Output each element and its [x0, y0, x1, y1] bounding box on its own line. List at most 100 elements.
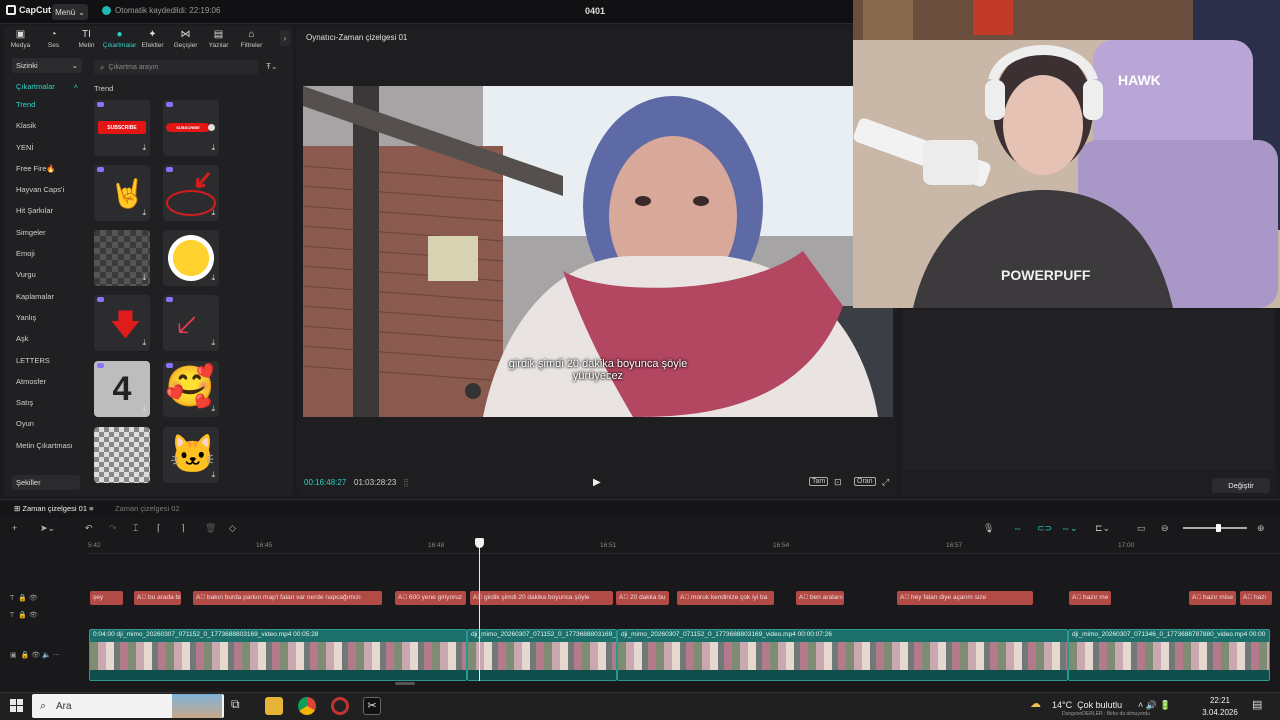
lock-icon[interactable]: 🔒 — [18, 595, 27, 602]
download-icon[interactable]: ⤓ — [211, 338, 215, 348]
playhead-line[interactable] — [479, 541, 480, 681]
play-icon[interactable]: ▶ — [593, 477, 601, 488]
download-icon[interactable]: ⤓ — [142, 404, 146, 414]
category-item[interactable]: Hit Şarkılar — [8, 200, 86, 221]
category-item[interactable]: YENİ — [8, 137, 86, 158]
category-item[interactable]: Free Fire🔥 — [8, 158, 86, 179]
text-clip[interactable]: A⃞ bakın burda parkın map'i falan var ne… — [193, 591, 382, 605]
screenshot-icon[interactable]: ⊡ — [834, 477, 842, 488]
category-item[interactable]: Emoji — [8, 243, 86, 264]
tab-audio[interactable]: ◔ Ses — [37, 26, 70, 52]
video-clip[interactable]: dji_mimo_20260307_071152_0_1773688803169… — [467, 629, 617, 681]
subtitle-toggle-icon[interactable]: ▭ — [1137, 523, 1146, 534]
sticker-red-arrow-down[interactable]: 🡇 ⤓ — [94, 295, 150, 351]
change-button[interactable]: Değiştir — [1212, 478, 1270, 493]
text-clip[interactable]: A⃞ girdik şimdi 20 dakika boyunca şöyle — [470, 591, 613, 605]
taskbar-clock[interactable]: 22:21 3.04.2026 — [1200, 695, 1240, 719]
video-clip[interactable]: dji_mimo_20260307_071346_0_1773688787880… — [1068, 629, 1270, 681]
microphone-icon[interactable]: 🎙 — [983, 523, 994, 534]
obs-icon[interactable] — [331, 697, 349, 715]
text-clip[interactable]: A⃞ 600 yene giriyoruz — [395, 591, 466, 605]
delete-icon[interactable]: 🗑 — [205, 523, 216, 534]
text-clip[interactable]: A⃞ hazır me — [1069, 591, 1111, 605]
sticker-search-input[interactable]: ⌕ Çıkartma arayın — [94, 60, 258, 75]
text-clip[interactable]: A⃞ 20 dakka bu — [616, 591, 669, 605]
sticker-subscribe-pill[interactable]: SUBSCRIBE ⤓ — [163, 100, 219, 156]
tab-timeline-01[interactable]: ⊞ Zaman çizelgesi 01 ≡ — [14, 504, 93, 513]
menu-button[interactable]: Menü ⌄ — [52, 4, 88, 20]
split-right-icon[interactable]: ⌉ — [181, 523, 185, 534]
category-item[interactable]: Simgeler — [8, 222, 86, 243]
download-icon[interactable]: ⤓ — [142, 143, 146, 153]
file-explorer-icon[interactable] — [265, 697, 283, 715]
download-icon[interactable]: ⤓ — [211, 470, 215, 480]
notification-icon[interactable]: ▤ — [1252, 698, 1262, 711]
cover-icon[interactable]: ▣ — [10, 652, 17, 659]
download-icon[interactable]: ⤓ — [142, 470, 146, 480]
category-item[interactable]: Hayvan Caps'i — [8, 179, 86, 200]
select-cursor-icon[interactable]: ➤⌄ — [40, 523, 55, 534]
download-icon[interactable]: ⤓ — [211, 404, 215, 414]
category-item[interactable]: Atmosfer — [8, 371, 86, 392]
filter-sort-icon[interactable]: Ŧ⌄ — [266, 62, 278, 71]
sticker-rock-hand[interactable]: 🤘 ⤓ — [94, 165, 150, 221]
timeline-view-icon[interactable]: ⣿ — [403, 478, 409, 487]
category-item[interactable]: Klasik — [8, 115, 86, 136]
download-icon[interactable]: ⤓ — [211, 208, 215, 218]
sticker-countdown[interactable]: 4 ⤓ — [94, 361, 150, 417]
lock-icon[interactable]: 🔒 — [18, 612, 27, 619]
sticker-pixelate[interactable]: ⤓ — [94, 230, 150, 286]
split-left-icon[interactable]: ⌈ — [157, 523, 161, 534]
tab-media[interactable]: ▣ Medya — [4, 26, 37, 52]
category-item[interactable]: Yanlış — [8, 307, 86, 328]
lock-icon[interactable]: 🔒 — [21, 652, 30, 659]
text-clip[interactable]: A⃞ bu arada bilet — [134, 591, 181, 605]
chevron-right-icon[interactable]: › — [280, 30, 290, 46]
timeline-scrollbar[interactable] — [395, 682, 415, 685]
preview-axis-icon[interactable]: ⊏⌄ — [1095, 523, 1110, 534]
tray-icons[interactable]: ˄ 🔊 🔋 — [1138, 700, 1171, 711]
category-item[interactable]: Aşk — [8, 328, 86, 349]
expand-icon[interactable]: ⤢ — [882, 477, 889, 488]
audio-mute-icon[interactable]: 🔈 — [42, 652, 51, 659]
split-icon[interactable]: ⌶ — [133, 523, 138, 534]
category-dropdown-stickers[interactable]: Çıkartmalar ˄ — [12, 79, 82, 94]
text-clip[interactable]: A⃞ hazır mise — [1189, 591, 1236, 605]
category-dropdown-yours[interactable]: Sizinki ⌄ — [12, 58, 82, 73]
marker-icon[interactable]: ◇ — [229, 523, 236, 534]
link-clips-icon[interactable]: ⇔ — [1013, 523, 1022, 533]
sticker-red-circle-arrow[interactable]: ⤓ — [163, 165, 219, 221]
tab-text[interactable]: TI Metin — [70, 26, 103, 52]
category-shapes[interactable]: Şekiller — [12, 475, 80, 490]
category-item[interactable]: Metin Çıkartması — [8, 435, 86, 456]
undo-icon[interactable]: ↶ — [85, 523, 93, 534]
download-icon[interactable]: ⤓ — [142, 208, 146, 218]
tab-captions[interactable]: ▤ Yazılar — [202, 26, 235, 52]
more-icon[interactable]: ⋯ — [53, 652, 60, 659]
text-clip[interactable]: A⃞ moruk kendinize çok iyi ba — [677, 591, 774, 605]
tab-stickers[interactable]: ● Çıkartmalar — [103, 26, 137, 52]
windows-start-icon[interactable] — [10, 699, 23, 712]
tab-transitions[interactable]: ⋈ Geçişler — [169, 26, 202, 52]
sticker-blush-emoji[interactable]: 🥰 ⤓ — [163, 361, 219, 417]
zoom-out-icon[interactable]: ⊖ — [1161, 523, 1169, 534]
sticker-sun-flower[interactable]: ⤓ — [163, 230, 219, 286]
category-item[interactable]: Kaplamalar — [8, 286, 86, 307]
chrome-icon[interactable] — [298, 697, 316, 715]
zoom-slider[interactable] — [1183, 524, 1247, 532]
category-item[interactable]: LETTERS — [8, 350, 86, 371]
task-view-icon[interactable]: ⧉ — [231, 697, 249, 715]
download-icon[interactable]: ⤓ — [142, 338, 146, 348]
category-item[interactable]: Trend — [8, 94, 86, 115]
video-subtitle[interactable]: girdik şimdi 20 dakika boyunca şöyle yür… — [303, 358, 893, 382]
playhead-handle[interactable] — [475, 538, 484, 548]
eye-icon[interactable]: 👁 — [29, 612, 38, 619]
text-clip[interactable]: A⃞ ben aralarıı — [796, 591, 844, 605]
category-item[interactable]: Oyun — [8, 413, 86, 434]
download-icon[interactable]: ⤓ — [211, 143, 215, 153]
text-clip[interactable]: şey — [90, 591, 123, 605]
sticker-red-arrow-diagonal[interactable]: 🡗 ⤓ — [163, 295, 219, 351]
eye-icon[interactable]: 👁 — [31, 652, 40, 659]
sticker-cat[interactable]: 🐱 ⤓ — [163, 427, 219, 483]
redo-icon[interactable]: ↷ — [109, 523, 117, 534]
